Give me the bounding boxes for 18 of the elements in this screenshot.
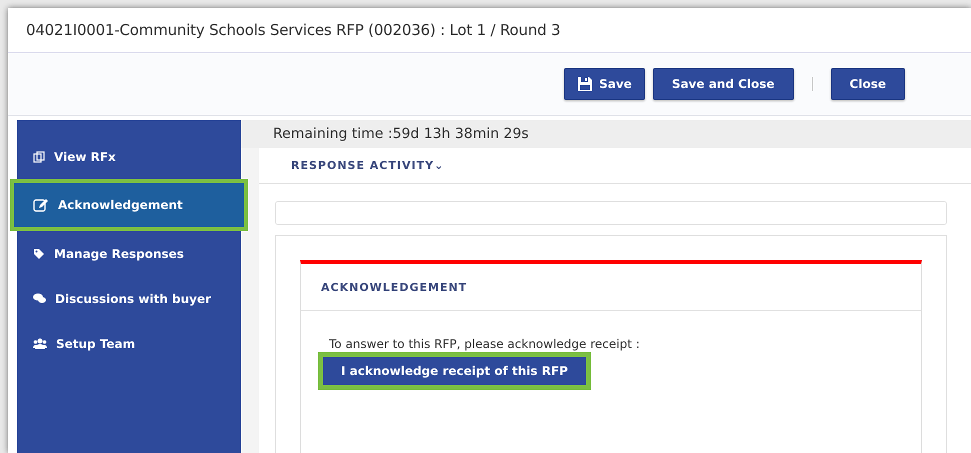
section-heading: ACKNOWLEDGEMENT (321, 280, 468, 294)
instruction-text: To answer to this RFP, please acknowledge receipt : (329, 337, 641, 351)
tag-icon (33, 248, 45, 260)
copy-icon (33, 150, 45, 162)
sidebar-item[interactable]: Setup Team (17, 321, 241, 366)
sidebar-item[interactable]: View RFx (17, 134, 241, 179)
toolbar-button[interactable]: Close (830, 68, 905, 100)
acknowledge-button[interactable]: I acknowledge receipt of this RFP (323, 357, 586, 385)
sidebar-item[interactable]: Manage Responses (17, 231, 241, 276)
save-button[interactable]: Save (564, 68, 645, 100)
toolbar-button[interactable]: Save and Close (652, 68, 794, 100)
sidebar-item[interactable]: Discussions with buyer (17, 276, 241, 321)
sidebar-item[interactable]: Acknowledgement (10, 179, 248, 231)
chat-icon (33, 293, 46, 304)
edit-icon (33, 198, 49, 212)
team-icon (33, 338, 47, 349)
response-activity-menu[interactable]: RESPONSE ACTIVITY⌄ (291, 159, 444, 172)
remaining-time: Remaining time :59d 13h 38min 29s (241, 120, 971, 148)
